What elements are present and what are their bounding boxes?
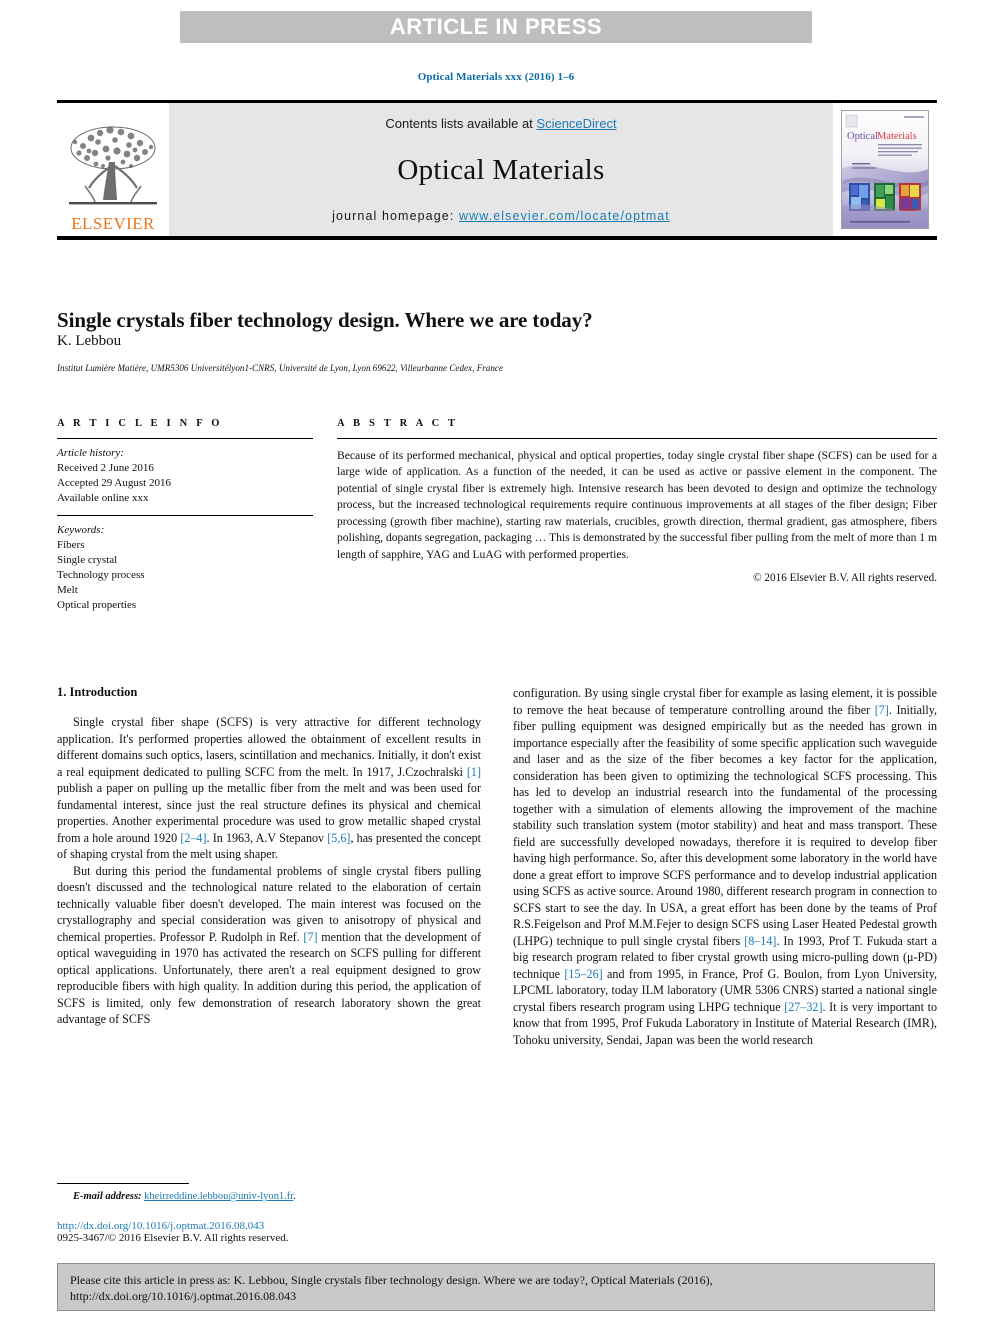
history-item-online: Available online xxx: [57, 491, 149, 504]
footnote-block: E-mail address: kheirreddine.lebbou@univ…: [57, 1183, 481, 1244]
journal-cover-thumbnail: Optical Materials: [841, 110, 929, 229]
keyword-item-4: Optical properties: [57, 598, 137, 611]
journal-homepage-link[interactable]: www.elsevier.com/locate/optmat: [459, 209, 670, 223]
running-head: Optical Materials xxx (2016) 1–6: [417, 71, 575, 83]
author-name: K. Lebbou: [57, 333, 122, 349]
svg-text:Materials: Materials: [877, 131, 917, 142]
paragraph: Single crystal fiber shape (SCFS) is ver…: [57, 714, 481, 863]
journal-title: Optical Materials: [397, 153, 605, 186]
corresponding-email-line: E-mail address: kheirreddine.lebbou@univ…: [57, 1191, 481, 1202]
homepage-prefix: journal homepage:: [332, 209, 459, 223]
article-history-label: Article history:: [57, 447, 124, 459]
article-info-column: A R T I C L E I N F O Article history: R…: [57, 418, 313, 622]
body-column-left: 1. Introduction Single crystal fiber sha…: [57, 685, 481, 1175]
cover-art: Optical Materials: [842, 111, 928, 228]
keyword-item-3: Melt: [57, 583, 78, 596]
body-column-right: configuration. By using single crystal f…: [513, 685, 937, 1175]
email-link[interactable]: kheirreddine.lebbou@univ-lyon1.fr: [144, 1191, 293, 1202]
journal-cover-container: Optical Materials: [833, 103, 937, 236]
keywords-label: Keywords:: [57, 524, 105, 537]
keyword-item-1: Single crystal: [57, 554, 118, 567]
reference-link[interactable]: [5,6]: [327, 831, 350, 845]
abstract-heading: A B S T R A C T: [337, 418, 459, 429]
journal-homepage-line: journal homepage: www.elsevier.com/locat…: [332, 209, 670, 223]
email-label: E-mail address:: [73, 1191, 142, 1202]
reference-link[interactable]: [7]: [875, 703, 889, 717]
paragraph-text: Single crystal fiber shape (SCFS) is ver…: [57, 715, 481, 779]
reference-link[interactable]: [7]: [303, 930, 317, 944]
svg-text:Optical: Optical: [847, 131, 878, 142]
journal-band: Contents lists available at ScienceDirec…: [169, 103, 833, 236]
doi-link-line: http://dx.doi.org/10.1016/j.optmat.2016.…: [57, 1220, 481, 1232]
contents-available-line: Contents lists available at ScienceDirec…: [385, 116, 616, 131]
elsevier-logo: ELSEVIER: [57, 103, 169, 236]
history-item-received: Received 2 June 2016: [57, 461, 154, 474]
author-affiliation: Institut Lumière Matière, UMR5306 Univer…: [57, 363, 503, 373]
reference-link[interactable]: [8–14]: [744, 934, 776, 948]
issn-copyright-line: 0925-3467/© 2016 Elsevier B.V. All right…: [57, 1232, 289, 1244]
email-period: .: [293, 1191, 296, 1202]
footnote-divider: [57, 1183, 189, 1184]
article-info-heading: A R T I C L E I N F O: [57, 418, 223, 429]
paragraph-text: . Initially, fiber pulling equipment was…: [513, 702, 937, 948]
section-title-introduction: 1. Introduction: [57, 685, 138, 699]
page-title: Single crystals fiber technology design.…: [57, 308, 593, 333]
paragraph-text: configuration. By using single crystal f…: [513, 686, 937, 717]
keyword-item-2: Technology process: [57, 568, 145, 581]
history-item-accepted: Accepted 29 August 2016: [57, 476, 171, 489]
info-abstract-section: A R T I C L E I N F O Article history: R…: [57, 418, 937, 622]
reference-link[interactable]: [15–26]: [564, 967, 602, 981]
paragraph: But during this period the fundamental p…: [57, 863, 481, 1028]
reference-link[interactable]: [1]: [467, 765, 481, 779]
cite-this-article-box: Please cite this article in press as: K.…: [57, 1263, 935, 1311]
elsevier-wordmark: ELSEVIER: [71, 214, 155, 233]
keywords-group: Keywords: Fibers Single crystal Technolo…: [57, 516, 313, 622]
paragraph-text: . In 1963, A.V Stepanov: [206, 830, 328, 845]
reference-link[interactable]: [27–32]: [784, 1000, 822, 1014]
reference-link[interactable]: [2–4]: [180, 831, 206, 845]
abstract-copyright: © 2016 Elsevier B.V. All rights reserved…: [753, 572, 937, 585]
sciencedirect-link[interactable]: ScienceDirect: [536, 116, 616, 131]
body-columns: 1. Introduction Single crystal fiber sha…: [57, 685, 937, 1175]
article-in-press-label: ARTICLE IN PRESS: [389, 14, 603, 39]
abstract-text: Because of its performed mechanical, phy…: [337, 449, 937, 561]
article-history-group: Article history: Received 2 June 2016 Ac…: [57, 439, 313, 515]
elsevier-tree-icon: [69, 126, 157, 205]
article-in-press-banner: ARTICLE IN PRESS: [180, 11, 812, 43]
keyword-item-0: Fibers: [57, 539, 85, 552]
doi-link[interactable]: http://dx.doi.org/10.1016/j.optmat.2016.…: [57, 1220, 264, 1232]
contents-prefix: Contents lists available at: [385, 116, 537, 131]
cite-this-article-text: Please cite this article in press as: K.…: [70, 1273, 713, 1304]
paragraph: configuration. By using single crystal f…: [513, 685, 937, 1048]
journal-masthead: ELSEVIER Contents lists available at Sci…: [57, 100, 937, 240]
abstract-column: A B S T R A C T Because of its performed…: [337, 418, 937, 622]
